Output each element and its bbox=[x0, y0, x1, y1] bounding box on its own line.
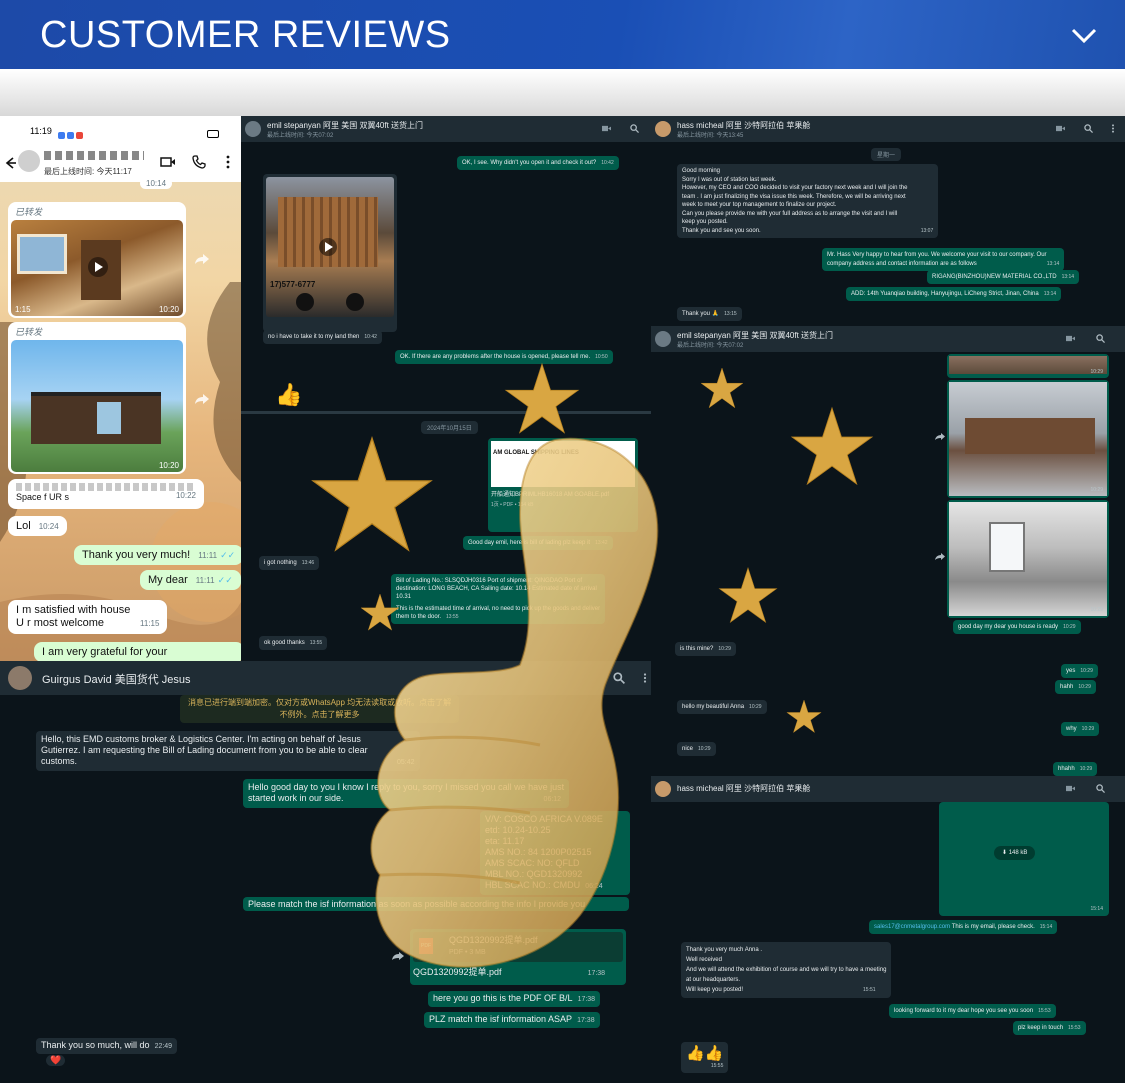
reviews-collage: CUSTOMER REVIEWS 11:19 最后上线时间: 今天11:17 1… bbox=[0, 0, 1125, 1083]
star-shape bbox=[361, 594, 399, 630]
star-shape bbox=[313, 438, 431, 550]
stars-overlay bbox=[0, 0, 1125, 1083]
star-shape bbox=[506, 364, 578, 433]
star-shape bbox=[787, 700, 821, 733]
star-shape bbox=[719, 568, 776, 622]
star-shape bbox=[701, 368, 743, 408]
star-shape bbox=[792, 408, 872, 484]
